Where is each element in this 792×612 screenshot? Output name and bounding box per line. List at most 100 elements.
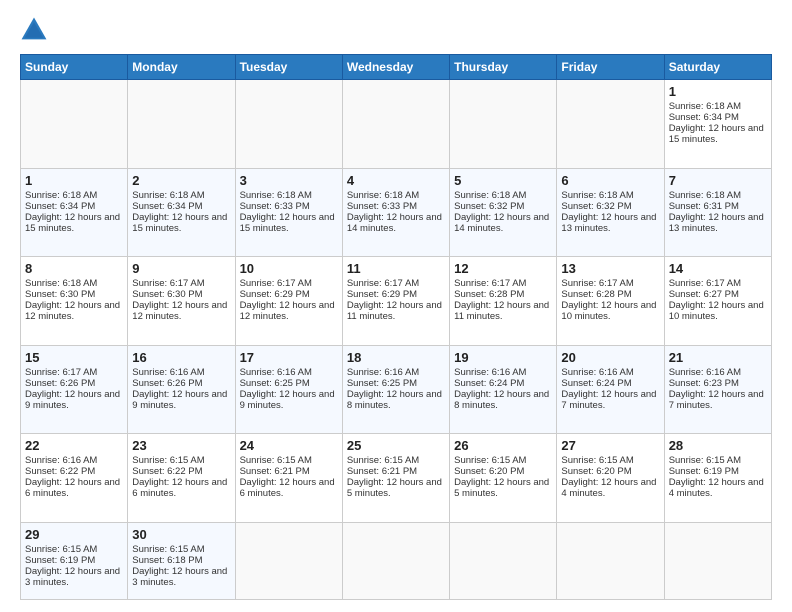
header xyxy=(20,16,772,44)
daylight-text: Daylight: 12 hours and 13 minutes. xyxy=(561,212,656,234)
day-header-friday: Friday xyxy=(557,55,664,80)
sunrise-text: Sunrise: 6:18 AM xyxy=(669,190,741,201)
sunset-text: Sunset: 6:25 PM xyxy=(347,378,417,389)
day-number: 12 xyxy=(454,261,552,276)
sunrise-text: Sunrise: 6:15 AM xyxy=(240,455,312,466)
calendar-cell: 24 Sunrise: 6:15 AM Sunset: 6:21 PM Dayl… xyxy=(235,434,342,523)
calendar-cell xyxy=(450,522,557,600)
sunrise-text: Sunrise: 6:18 AM xyxy=(132,190,204,201)
sunrise-text: Sunrise: 6:18 AM xyxy=(561,190,633,201)
day-number: 15 xyxy=(25,350,123,365)
daylight-text: Daylight: 12 hours and 9 minutes. xyxy=(240,389,335,411)
calendar-cell: 14 Sunrise: 6:17 AM Sunset: 6:27 PM Dayl… xyxy=(664,257,771,346)
calendar-cell: 30 Sunrise: 6:15 AM Sunset: 6:18 PM Dayl… xyxy=(128,522,235,600)
sunrise-text: Sunrise: 6:18 AM xyxy=(25,190,97,201)
calendar-cell: 29 Sunrise: 6:15 AM Sunset: 6:19 PM Dayl… xyxy=(21,522,128,600)
sunset-text: Sunset: 6:23 PM xyxy=(669,378,739,389)
calendar-cell: 9 Sunrise: 6:17 AM Sunset: 6:30 PM Dayli… xyxy=(128,257,235,346)
day-number: 10 xyxy=(240,261,338,276)
day-number: 26 xyxy=(454,438,552,453)
daylight-text: Daylight: 12 hours and 7 minutes. xyxy=(669,389,764,411)
sunset-text: Sunset: 6:34 PM xyxy=(132,201,202,212)
calendar-cell: 5 Sunrise: 6:18 AM Sunset: 6:32 PM Dayli… xyxy=(450,168,557,257)
daylight-text: Daylight: 12 hours and 15 minutes. xyxy=(669,123,764,145)
sunrise-text: Sunrise: 6:17 AM xyxy=(454,278,526,289)
daylight-text: Daylight: 12 hours and 6 minutes. xyxy=(240,477,335,499)
day-header-monday: Monday xyxy=(128,55,235,80)
calendar-cell xyxy=(235,80,342,169)
sunset-text: Sunset: 6:20 PM xyxy=(561,466,631,477)
logo xyxy=(20,16,52,44)
day-number: 11 xyxy=(347,261,445,276)
calendar-cell xyxy=(557,522,664,600)
calendar-cell: 21 Sunrise: 6:16 AM Sunset: 6:23 PM Dayl… xyxy=(664,345,771,434)
daylight-text: Daylight: 12 hours and 3 minutes. xyxy=(25,566,120,588)
calendar-cell: 7 Sunrise: 6:18 AM Sunset: 6:31 PM Dayli… xyxy=(664,168,771,257)
sunset-text: Sunset: 6:29 PM xyxy=(347,289,417,300)
calendar-cell: 16 Sunrise: 6:16 AM Sunset: 6:26 PM Dayl… xyxy=(128,345,235,434)
calendar-cell: 2 Sunrise: 6:18 AM Sunset: 6:34 PM Dayli… xyxy=(128,168,235,257)
daylight-text: Daylight: 12 hours and 12 minutes. xyxy=(132,300,227,322)
day-number: 16 xyxy=(132,350,230,365)
daylight-text: Daylight: 12 hours and 11 minutes. xyxy=(347,300,442,322)
daylight-text: Daylight: 12 hours and 10 minutes. xyxy=(669,300,764,322)
calendar-cell: 22 Sunrise: 6:16 AM Sunset: 6:22 PM Dayl… xyxy=(21,434,128,523)
calendar-week-3: 8 Sunrise: 6:18 AM Sunset: 6:30 PM Dayli… xyxy=(21,257,772,346)
sunrise-text: Sunrise: 6:15 AM xyxy=(347,455,419,466)
day-number: 25 xyxy=(347,438,445,453)
sunset-text: Sunset: 6:28 PM xyxy=(561,289,631,300)
calendar-cell: 27 Sunrise: 6:15 AM Sunset: 6:20 PM Dayl… xyxy=(557,434,664,523)
sunset-text: Sunset: 6:19 PM xyxy=(669,466,739,477)
calendar-cell: 26 Sunrise: 6:15 AM Sunset: 6:20 PM Dayl… xyxy=(450,434,557,523)
logo-icon xyxy=(20,16,48,44)
day-number: 28 xyxy=(669,438,767,453)
sunset-text: Sunset: 6:22 PM xyxy=(132,466,202,477)
daylight-text: Daylight: 12 hours and 7 minutes. xyxy=(561,389,656,411)
calendar-week-4: 15 Sunrise: 6:17 AM Sunset: 6:26 PM Dayl… xyxy=(21,345,772,434)
sunset-text: Sunset: 6:22 PM xyxy=(25,466,95,477)
daylight-text: Daylight: 12 hours and 5 minutes. xyxy=(347,477,442,499)
daylight-text: Daylight: 12 hours and 12 minutes. xyxy=(25,300,120,322)
calendar-week-6: 29 Sunrise: 6:15 AM Sunset: 6:19 PM Dayl… xyxy=(21,522,772,600)
sunrise-text: Sunrise: 6:16 AM xyxy=(454,367,526,378)
page: SundayMondayTuesdayWednesdayThursdayFrid… xyxy=(0,0,792,612)
sunrise-text: Sunrise: 6:17 AM xyxy=(561,278,633,289)
daylight-text: Daylight: 12 hours and 4 minutes. xyxy=(561,477,656,499)
sunrise-text: Sunrise: 6:18 AM xyxy=(25,278,97,289)
sunset-text: Sunset: 6:28 PM xyxy=(454,289,524,300)
day-number: 20 xyxy=(561,350,659,365)
daylight-text: Daylight: 12 hours and 6 minutes. xyxy=(25,477,120,499)
day-number: 23 xyxy=(132,438,230,453)
sunrise-text: Sunrise: 6:16 AM xyxy=(132,367,204,378)
sunset-text: Sunset: 6:18 PM xyxy=(132,555,202,566)
daylight-text: Daylight: 12 hours and 12 minutes. xyxy=(240,300,335,322)
calendar-cell: 28 Sunrise: 6:15 AM Sunset: 6:19 PM Dayl… xyxy=(664,434,771,523)
daylight-text: Daylight: 12 hours and 14 minutes. xyxy=(347,212,442,234)
day-number: 14 xyxy=(669,261,767,276)
sunset-text: Sunset: 6:24 PM xyxy=(454,378,524,389)
daylight-text: Daylight: 12 hours and 14 minutes. xyxy=(454,212,549,234)
sunset-text: Sunset: 6:34 PM xyxy=(25,201,95,212)
day-header-sunday: Sunday xyxy=(21,55,128,80)
sunrise-text: Sunrise: 6:18 AM xyxy=(347,190,419,201)
sunset-text: Sunset: 6:33 PM xyxy=(240,201,310,212)
calendar-cell: 12 Sunrise: 6:17 AM Sunset: 6:28 PM Dayl… xyxy=(450,257,557,346)
sunset-text: Sunset: 6:32 PM xyxy=(454,201,524,212)
day-number: 5 xyxy=(454,173,552,188)
day-header-wednesday: Wednesday xyxy=(342,55,449,80)
sunrise-text: Sunrise: 6:18 AM xyxy=(454,190,526,201)
sunset-text: Sunset: 6:27 PM xyxy=(669,289,739,300)
day-number: 3 xyxy=(240,173,338,188)
daylight-text: Daylight: 12 hours and 15 minutes. xyxy=(240,212,335,234)
sunrise-text: Sunrise: 6:16 AM xyxy=(669,367,741,378)
day-header-tuesday: Tuesday xyxy=(235,55,342,80)
sunset-text: Sunset: 6:31 PM xyxy=(669,201,739,212)
sunrise-text: Sunrise: 6:16 AM xyxy=(561,367,633,378)
day-number: 8 xyxy=(25,261,123,276)
day-number: 30 xyxy=(132,527,230,542)
calendar-cell xyxy=(450,80,557,169)
sunset-text: Sunset: 6:20 PM xyxy=(454,466,524,477)
calendar-cell: 25 Sunrise: 6:15 AM Sunset: 6:21 PM Dayl… xyxy=(342,434,449,523)
daylight-text: Daylight: 12 hours and 9 minutes. xyxy=(132,389,227,411)
calendar-body: 1 Sunrise: 6:18 AM Sunset: 6:34 PM Dayli… xyxy=(21,80,772,600)
